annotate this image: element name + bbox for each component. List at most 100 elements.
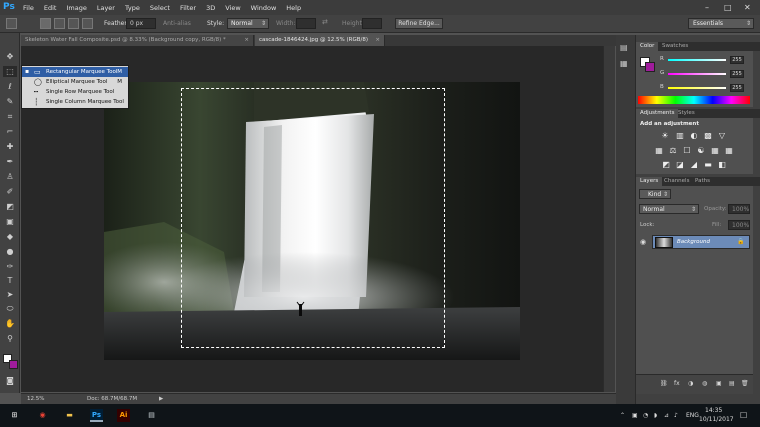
tab-skeleton-composite[interactable]: Skeleton Water Fall Composite.psd @ 8.33… <box>21 35 254 46</box>
link-layers-icon[interactable]: ⛓ <box>660 380 668 387</box>
new-selection-button[interactable] <box>40 18 51 29</box>
tray-sync-icon[interactable]: ◔ <box>643 412 648 419</box>
photoshop-taskbar-icon[interactable]: Ps <box>90 409 103 422</box>
clock-date[interactable]: 10/11/2017 <box>699 416 734 423</box>
menu-layer[interactable]: Layer <box>92 4 120 12</box>
single-column-marquee-item[interactable]: ┆ Single Column Marquee Tool <box>22 97 128 107</box>
close-window-button[interactable]: ✕ <box>744 0 751 15</box>
adjustment-layer-icon[interactable]: ◍ <box>702 380 707 387</box>
maximize-button[interactable]: □ <box>724 0 732 15</box>
threshold-icon[interactable]: ◢ <box>690 161 698 169</box>
single-row-marquee-item[interactable]: ┅ Single Row Marquee Tool <box>22 87 128 97</box>
style-select[interactable]: Normal <box>227 18 269 29</box>
black-white-icon[interactable]: ☐ <box>683 147 691 155</box>
new-layer-icon[interactable]: ▤ <box>729 380 735 387</box>
group-icon[interactable]: ▣ <box>716 380 722 387</box>
levels-icon[interactable]: ▥ <box>676 132 684 140</box>
exposure-icon[interactable]: ▩ <box>704 132 712 140</box>
layer-filter-select[interactable]: Kind <box>639 189 671 200</box>
brightness-icon[interactable]: ☀ <box>661 132 669 140</box>
add-selection-button[interactable] <box>54 18 65 29</box>
selective-color-icon[interactable]: ◧ <box>718 161 726 169</box>
crop-tool-icon[interactable]: ⌗ <box>3 111 17 122</box>
start-button-icon[interactable]: ⊞ <box>8 409 21 422</box>
trash-icon[interactable]: 🗑 <box>741 380 749 387</box>
stamp-tool-icon[interactable]: ♙ <box>3 171 17 182</box>
tab-cascade[interactable]: cascade-1846424.jpg @ 12.5% (RGB/8) × <box>255 35 385 46</box>
feather-input[interactable]: 0 px <box>126 18 156 29</box>
move-tool-icon[interactable]: ✥ <box>3 51 17 62</box>
green-value[interactable]: 255 <box>730 70 744 78</box>
menu-file[interactable]: File <box>18 4 39 12</box>
notifications-icon[interactable]: ☐ <box>740 411 747 420</box>
tray-expand-icon[interactable]: ⌃ <box>620 412 625 419</box>
tab-styles[interactable]: Styles <box>674 109 699 118</box>
invert-icon[interactable]: ◩ <box>662 161 670 169</box>
tab-adjustments[interactable]: Adjustments <box>636 109 679 118</box>
close-tab-icon[interactable]: × <box>375 35 380 46</box>
menu-window[interactable]: Window <box>246 4 282 12</box>
wifi-icon[interactable]: ⊿ <box>664 412 669 419</box>
illustrator-taskbar-icon[interactable]: Ai <box>117 409 130 422</box>
menu-image[interactable]: Image <box>61 4 91 12</box>
clock-time[interactable]: 14:35 <box>705 407 722 414</box>
lasso-tool-icon[interactable]: ℓ <box>3 81 17 92</box>
close-tab-icon[interactable]: × <box>244 35 249 46</box>
tab-layers[interactable]: Layers <box>636 177 663 186</box>
vertical-scrollbar[interactable] <box>603 46 615 392</box>
blend-mode-select[interactable]: Normal <box>639 204 699 215</box>
menu-select[interactable]: Select <box>145 4 175 12</box>
width-input[interactable] <box>296 18 316 29</box>
eyedropper-icon[interactable]: ⌐ <box>3 126 17 137</box>
zoom-tool-icon[interactable]: ⚲ <box>3 333 17 344</box>
fx-icon[interactable]: fx <box>674 380 680 387</box>
color-lookup-icon[interactable]: ▦ <box>725 147 733 155</box>
color-spectrum[interactable] <box>638 96 750 104</box>
photo-filter-icon[interactable]: ☯ <box>697 147 705 155</box>
gradient-map-icon[interactable]: ▬ <box>704 161 712 169</box>
properties-panel-icon[interactable]: ▦ <box>620 59 628 68</box>
path-select-icon[interactable]: ➤ <box>3 289 17 300</box>
vibrance-icon[interactable]: ▽ <box>718 132 726 140</box>
quick-select-icon[interactable]: ✎ <box>3 96 17 107</box>
file-explorer-icon[interactable]: ▬ <box>63 409 76 422</box>
curves-icon[interactable]: ◐ <box>690 132 698 140</box>
opacity-input[interactable]: 100% <box>728 204 750 214</box>
eraser-tool-icon[interactable]: ◩ <box>3 201 17 212</box>
healing-brush-icon[interactable]: ✚ <box>3 141 17 152</box>
intersect-selection-button[interactable] <box>82 18 93 29</box>
hand-tool-icon[interactable]: ✋ <box>3 318 17 329</box>
history-brush-icon[interactable]: ✐ <box>3 186 17 197</box>
height-input[interactable] <box>362 18 382 29</box>
menu-edit[interactable]: Edit <box>39 4 62 12</box>
menu-help[interactable]: Help <box>281 4 306 12</box>
dodge-tool-icon[interactable]: ● <box>3 246 17 257</box>
brush-tool-icon[interactable]: ✒ <box>3 156 17 167</box>
red-slider[interactable] <box>668 59 726 61</box>
notepad-taskbar-icon[interactable]: ▤ <box>145 409 158 422</box>
visibility-eye-icon[interactable]: ◉ <box>640 238 646 246</box>
language-indicator[interactable]: ENG <box>686 412 699 419</box>
battery-icon[interactable]: ◗ <box>654 412 657 419</box>
rectangular-marquee-item[interactable]: ▪ ▭ Rectangular Marquee Tool M <box>22 67 128 77</box>
elliptical-marquee-item[interactable]: ◯ Elliptical Marquee Tool M <box>22 77 128 87</box>
fill-input[interactable]: 100% <box>728 220 750 230</box>
menu-type[interactable]: Type <box>120 4 145 12</box>
tab-swatches[interactable]: Swatches <box>658 42 692 51</box>
quick-mask-icon[interactable]: ◙ <box>3 375 17 386</box>
blue-value[interactable]: 255 <box>730 84 744 92</box>
tab-color[interactable]: Color <box>636 42 659 51</box>
posterize-icon[interactable]: ◪ <box>676 161 684 169</box>
refine-edge-button[interactable]: Refine Edge... <box>395 18 443 29</box>
swap-icon[interactable]: ⇄ <box>322 18 328 26</box>
shape-tool-icon[interactable]: ⬭ <box>3 303 17 314</box>
bg-color-chip[interactable] <box>645 62 655 72</box>
subtract-selection-button[interactable] <box>68 18 79 29</box>
chrome-icon[interactable]: ◉ <box>36 409 49 422</box>
history-panel-icon[interactable]: ▤ <box>620 43 628 52</box>
gradient-tool-icon[interactable]: ▣ <box>3 216 17 227</box>
green-slider[interactable] <box>668 73 726 75</box>
tool-preset-picker[interactable] <box>6 18 17 29</box>
hue-saturation-icon[interactable]: ▦ <box>655 147 663 155</box>
minimize-button[interactable]: – <box>705 0 709 15</box>
